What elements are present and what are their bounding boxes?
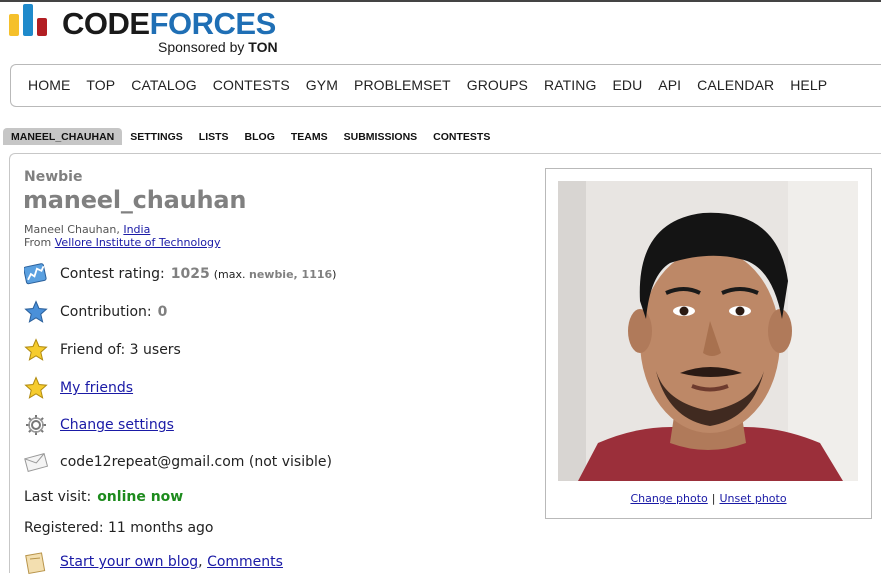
online-status: online now	[97, 489, 184, 505]
gold-star-icon	[24, 376, 48, 400]
my-friends-row: My friends	[24, 376, 133, 400]
tab-contests[interactable]: CONTESTS	[425, 128, 498, 145]
contest-rating-row: Contest rating: 1025 (max. newbie, 1116)	[23, 262, 337, 286]
menu-api[interactable]: API	[658, 77, 681, 93]
logo-bars-icon	[9, 4, 54, 36]
sponsor-name: TON	[248, 39, 278, 55]
profile-submenu: MANEEL_CHAUHAN SETTINGS LISTS BLOG TEAMS…	[3, 128, 498, 145]
user-handle: maneel_chauhan	[23, 186, 247, 214]
photo-links: Change photo | Unset photo	[545, 492, 872, 505]
contribution-label: Contribution:	[60, 304, 152, 320]
rating-chart-icon	[23, 262, 48, 286]
photo-links-separator: |	[711, 492, 716, 505]
friend-of-row: Friend of: 3 users	[24, 338, 181, 362]
from-label: From	[24, 236, 52, 249]
menu-contests[interactable]: CONTESTS	[213, 77, 290, 93]
my-friends-link[interactable]: My friends	[60, 380, 133, 396]
tab-teams[interactable]: TEAMS	[283, 128, 336, 145]
rating-max-suffix: )	[332, 267, 337, 281]
rating-max-value: newbie, 1116	[248, 267, 333, 281]
tab-submissions[interactable]: SUBMISSIONS	[336, 128, 426, 145]
email-text: code12repeat@gmail.com (not visible)	[60, 454, 332, 470]
rating-max: (max. newbie, 1116)	[214, 268, 337, 281]
tab-blog[interactable]: BLOG	[237, 128, 283, 145]
menu-catalog[interactable]: CATALOG	[131, 77, 197, 93]
menu-home[interactable]: HOME	[28, 77, 70, 93]
logo-word-forces: FORCES	[149, 6, 277, 41]
menu-problemset[interactable]: PROBLEMSET	[354, 77, 451, 93]
main-menu: HOME TOP CATALOG CONTESTS GYM PROBLEMSET…	[10, 64, 881, 107]
blog-row: Start your own blog, Comments	[24, 550, 283, 574]
registered-text: Registered: 11 months ago	[24, 520, 214, 536]
logo-bar-yellow	[9, 14, 19, 36]
blue-star-icon	[24, 300, 48, 324]
organization-link[interactable]: Vellore Institute of Technology	[55, 236, 221, 249]
sponsor-prefix: Sponsored by	[158, 39, 245, 55]
user-fullname: Maneel Chauhan,	[24, 223, 120, 236]
logo-bar-red	[37, 18, 47, 36]
last-visit-row: Last visit: online now	[24, 489, 183, 505]
menu-edu[interactable]: EDU	[612, 77, 642, 93]
user-photo	[558, 181, 858, 481]
menu-groups[interactable]: GROUPS	[467, 77, 528, 93]
registered-row: Registered: 11 months ago	[24, 520, 213, 536]
tab-settings[interactable]: SETTINGS	[122, 128, 191, 145]
change-settings-row: Change settings	[24, 413, 174, 437]
menu-calendar[interactable]: CALENDAR	[697, 77, 774, 93]
contribution-value: 0	[157, 304, 168, 320]
last-visit-label: Last visit:	[24, 489, 92, 505]
change-settings-link[interactable]: Change settings	[60, 417, 174, 433]
logo-bar-blue	[23, 4, 33, 36]
tab-lists[interactable]: LISTS	[191, 128, 237, 145]
logo-word-code: CODE	[62, 6, 150, 41]
envelope-icon	[24, 450, 49, 474]
user-rank: Newbie	[24, 169, 83, 185]
comments-link[interactable]: Comments	[207, 554, 283, 570]
friend-of-text: Friend of: 3 users	[60, 342, 181, 358]
menu-top[interactable]: TOP	[86, 77, 115, 93]
gear-icon	[24, 413, 48, 437]
blog-icon	[24, 550, 48, 574]
top-border	[0, 0, 881, 2]
tab-profile[interactable]: MANEEL_CHAUHAN	[3, 128, 123, 145]
menu-rating[interactable]: RATING	[544, 77, 596, 93]
user-fullname-line: Maneel Chauhan, India	[24, 223, 150, 236]
rating-value: 1025	[170, 266, 210, 282]
logo-sponsor: Sponsored by TON	[158, 39, 278, 55]
unset-photo-link[interactable]: Unset photo	[720, 492, 787, 505]
logo-wordmark: CODEFORCES	[62, 8, 276, 40]
change-photo-link[interactable]: Change photo	[630, 492, 707, 505]
start-blog-link[interactable]: Start your own blog	[60, 554, 198, 570]
user-organization-line: From Vellore Institute of Technology	[24, 236, 221, 249]
blog-comma: ,	[198, 554, 208, 570]
contribution-row: Contribution: 0	[24, 300, 167, 324]
country-link[interactable]: India	[123, 223, 150, 236]
menu-help[interactable]: HELP	[790, 77, 827, 93]
rating-label: Contest rating:	[60, 266, 165, 282]
menu-gym[interactable]: GYM	[306, 77, 338, 93]
gold-star-icon	[24, 338, 48, 362]
rating-max-prefix: (max.	[213, 267, 246, 281]
email-row: code12repeat@gmail.com (not visible)	[24, 450, 332, 474]
